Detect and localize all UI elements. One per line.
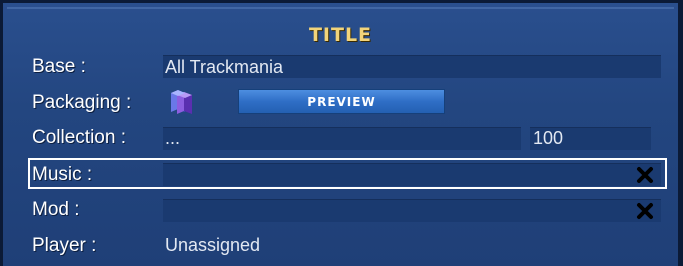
base-label: Base : (32, 56, 86, 77)
collection-value: ... (165, 128, 181, 148)
music-label: Music : (32, 164, 93, 185)
player-value: Unassigned (165, 235, 261, 255)
cube-package-icon[interactable] (168, 87, 196, 115)
mod-field[interactable] (163, 199, 661, 222)
properties-panel: TITLE Base : All Trackmania Packaging : … (0, 0, 683, 266)
music-field[interactable] (163, 163, 661, 186)
mod-label: Mod : (32, 199, 80, 220)
base-value: All Trackmania (165, 57, 284, 77)
player-label: Player : (32, 235, 97, 256)
collection-field[interactable] (163, 127, 521, 150)
packaging-label: Packaging : (32, 92, 132, 113)
collection-label: Collection : (32, 127, 126, 148)
collection-count: 100 (533, 128, 564, 148)
preview-button[interactable]: PREVIEW (238, 89, 445, 114)
panel-title: TITLE (308, 24, 373, 46)
close-icon[interactable] (636, 166, 654, 184)
close-icon[interactable] (636, 202, 654, 220)
